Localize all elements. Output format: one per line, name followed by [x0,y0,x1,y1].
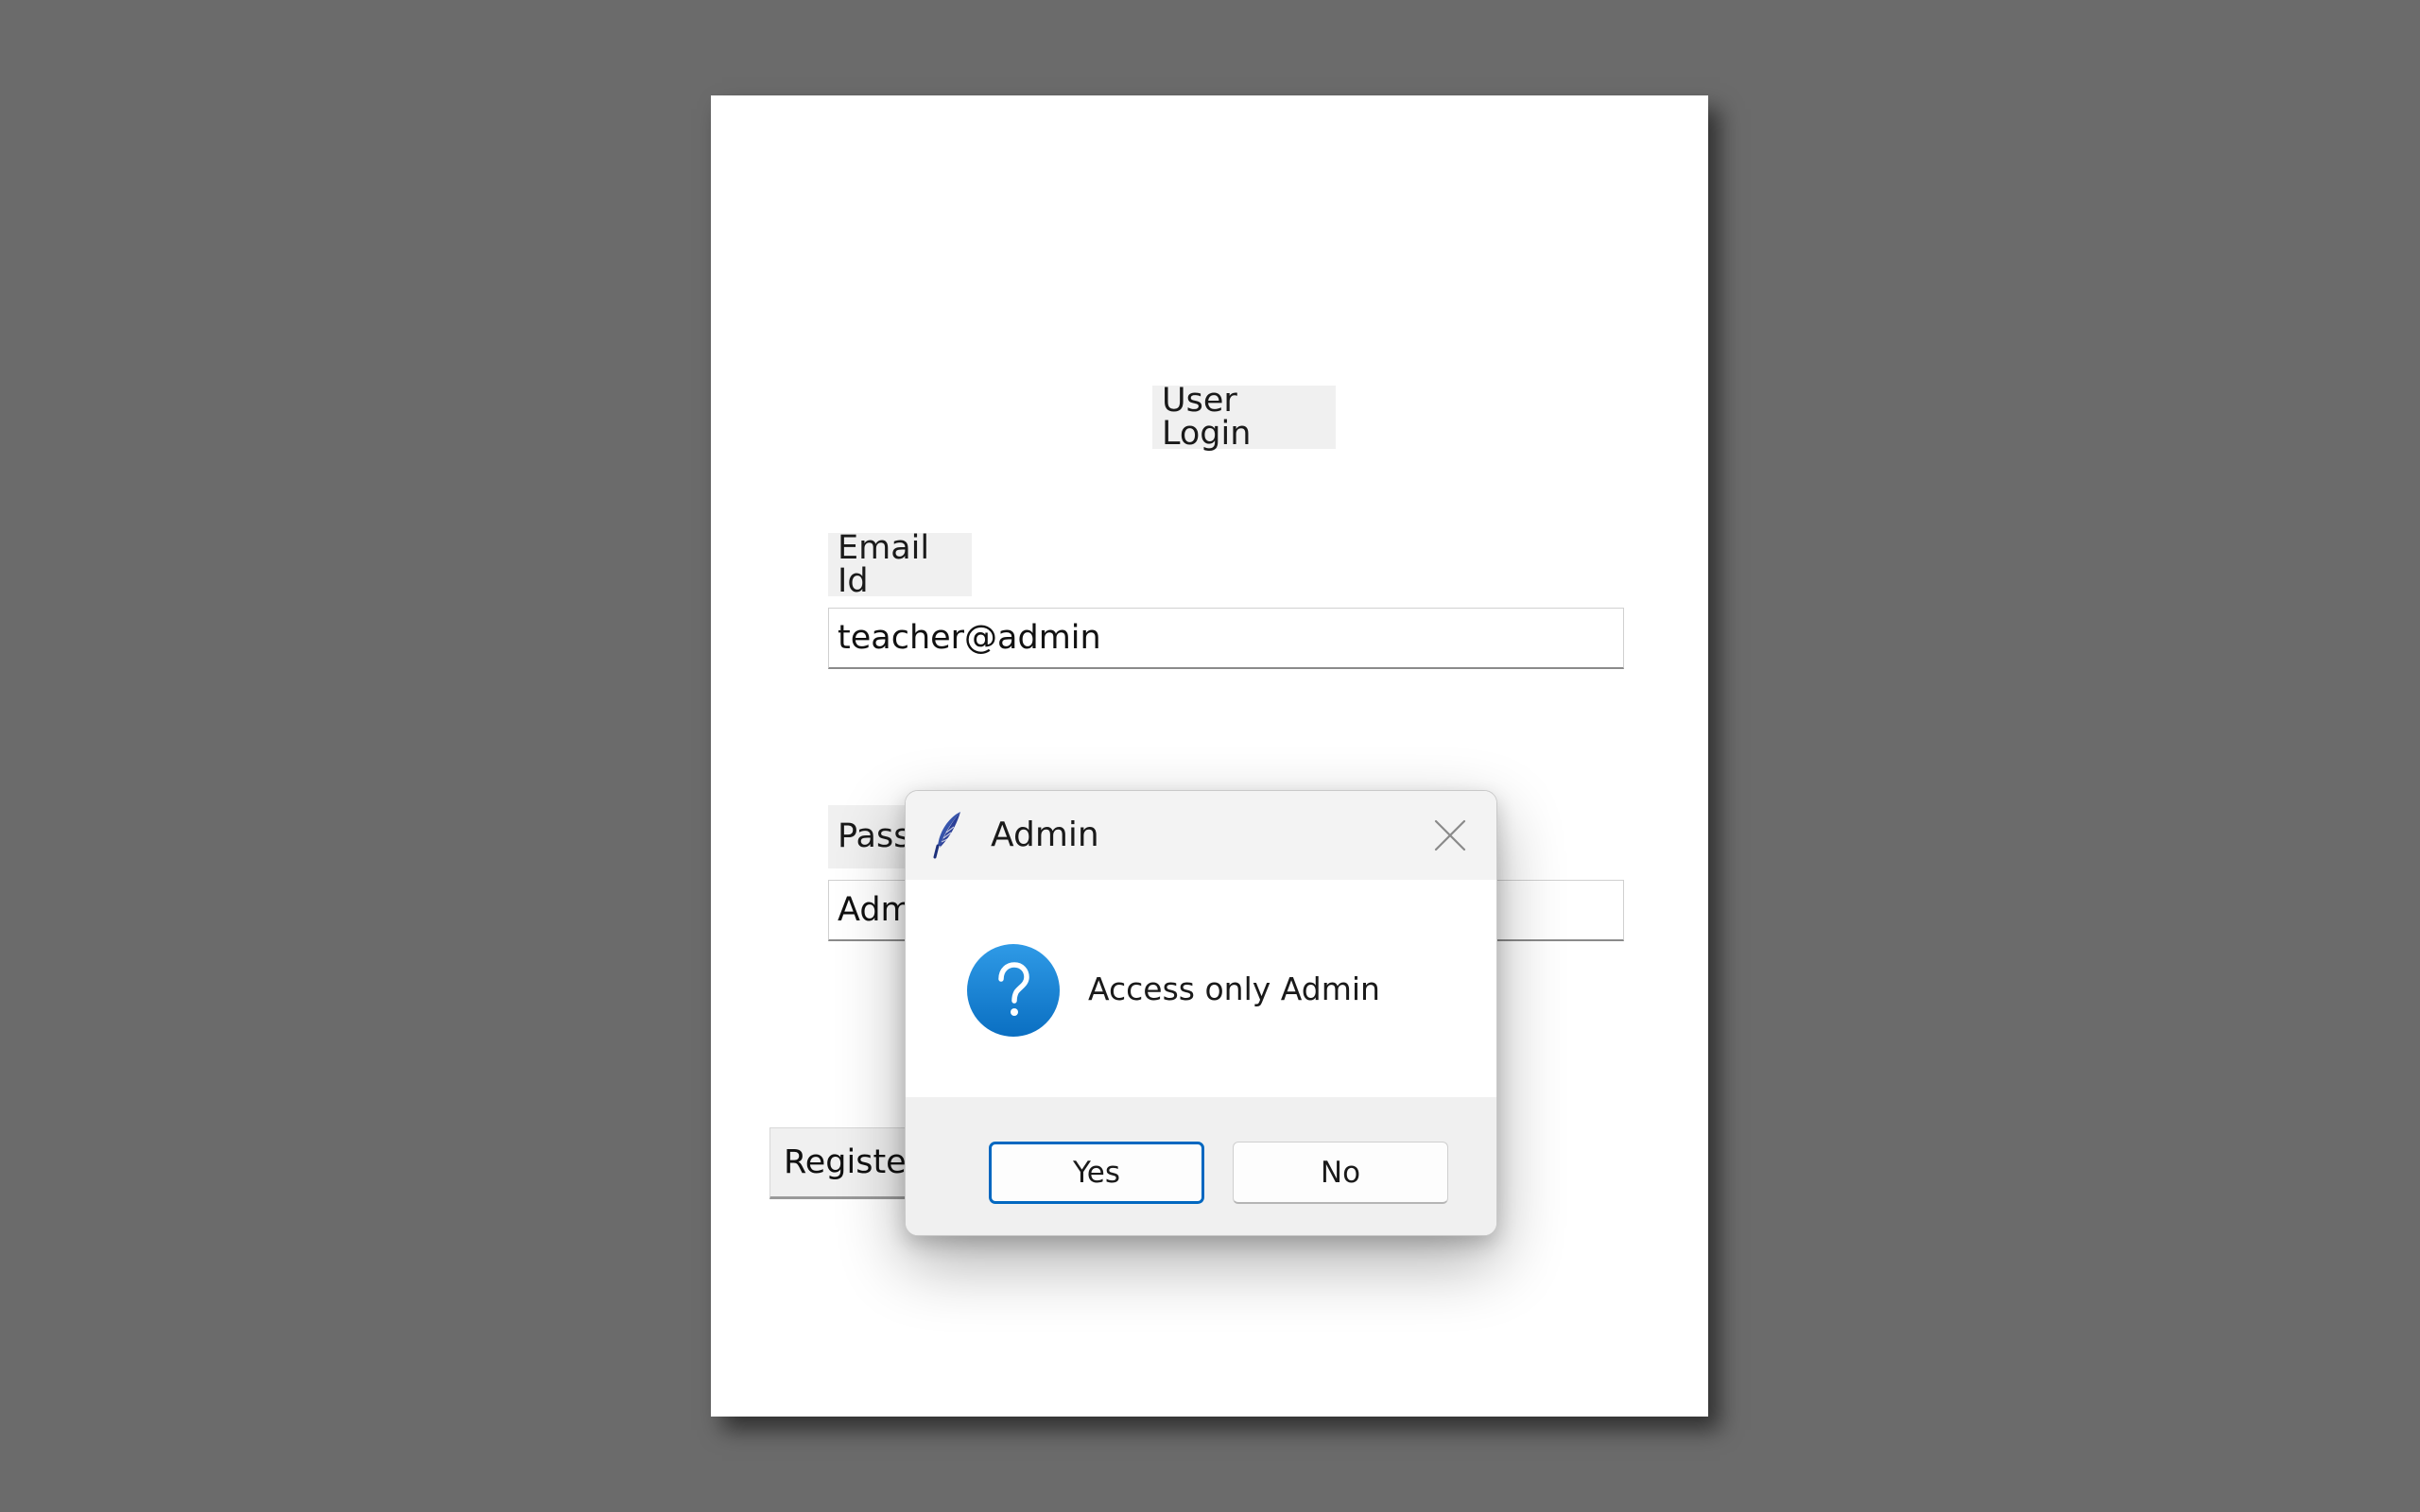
question-icon [967,944,1060,1037]
dialog-message: Access only Admin [1088,971,1380,1007]
dialog-footer: Yes No [906,1097,1496,1235]
dialog-body: Access only Admin [906,880,1496,1097]
email-input[interactable]: teacher@admin [828,608,1624,669]
page-title: User Login [1152,384,1336,450]
admin-dialog: Admin Access only Admin Yes No [905,790,1497,1236]
no-button[interactable]: No [1233,1142,1448,1204]
dialog-titlebar[interactable]: Admin [906,791,1496,880]
feather-icon [933,812,960,859]
close-icon[interactable] [1433,818,1467,852]
email-label: Email Id [828,531,972,597]
dialog-title: Admin [991,816,1099,854]
yes-button[interactable]: Yes [989,1142,1204,1204]
